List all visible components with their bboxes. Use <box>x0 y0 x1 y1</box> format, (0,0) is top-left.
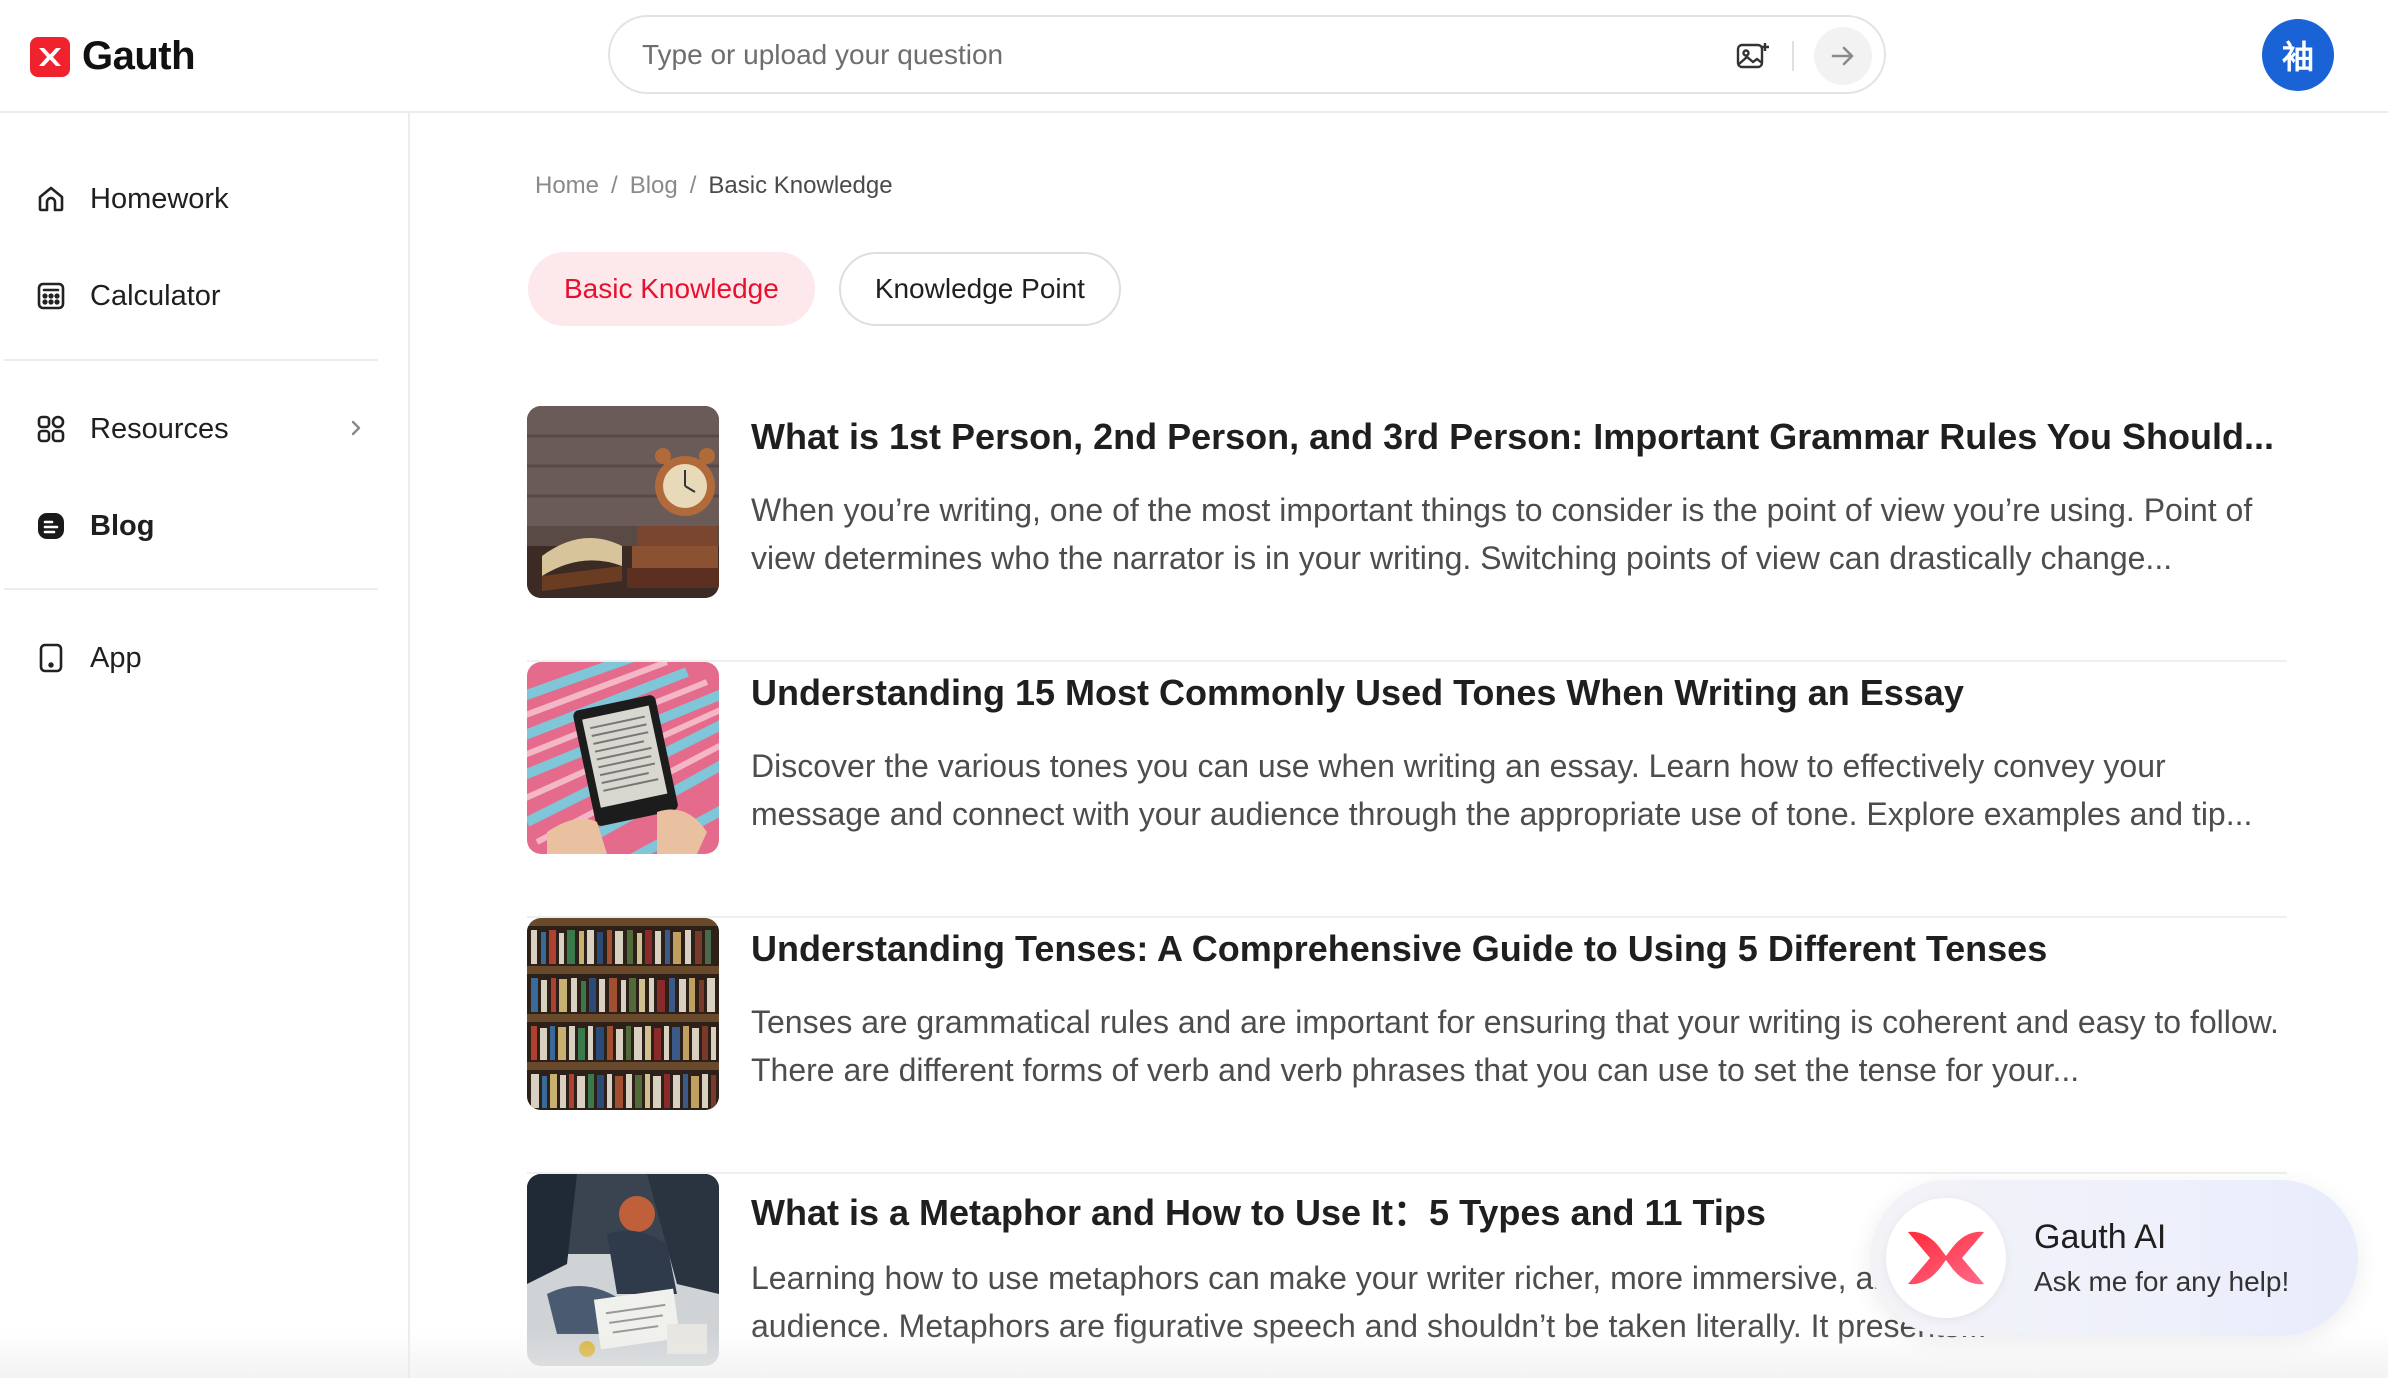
article-item[interactable]: Understanding 15 Most Commonly Used Tone… <box>527 662 2287 918</box>
breadcrumb-home[interactable]: Home <box>535 172 599 200</box>
library-shelves-image <box>527 918 719 1110</box>
sidebar-item-label: App <box>90 641 142 674</box>
sidebar-item-label: Resources <box>90 412 229 445</box>
grid-icon <box>34 412 68 446</box>
breadcrumb-current: Basic Knowledge <box>708 172 893 199</box>
tab-knowledge-point[interactable]: Knowledge Point <box>838 252 1121 326</box>
blog-icon <box>34 509 68 543</box>
article-title[interactable]: Understanding 15 Most Commonly Used Tone… <box>751 672 2281 714</box>
category-tabs: Basic Knowledge Knowledge Point <box>528 252 1121 326</box>
sidebar-item-blog[interactable]: Blog <box>34 496 364 556</box>
sidebar-item-homework[interactable]: Homework <box>34 169 364 229</box>
gauth-ai-logo-icon <box>1886 1198 2006 1318</box>
article-item[interactable]: What is 1st Person, 2nd Person, and 3rd … <box>527 406 2287 662</box>
sidebar-item-label: Calculator <box>90 279 221 312</box>
arrow-right-icon <box>1831 46 1854 66</box>
sidebar-item-calculator[interactable]: Calculator <box>34 266 364 326</box>
tab-basic-knowledge[interactable]: Basic Knowledge <box>528 252 815 326</box>
search-bar <box>608 15 1886 94</box>
sidebar-item-resources[interactable]: Resources <box>34 399 364 459</box>
breadcrumb-separator: / <box>611 172 618 199</box>
search-divider <box>1792 41 1794 71</box>
students-studying-image <box>527 1174 719 1366</box>
assistant-subtitle: Ask me for any help! <box>2034 1266 2290 1297</box>
article-description: Tenses are grammatical rules and are imp… <box>751 1004 2279 1088</box>
sidebar-item-app[interactable]: App <box>34 628 364 688</box>
phone-icon <box>34 641 68 675</box>
article-description: When you’re writing, one of the most imp… <box>751 492 2253 576</box>
clock-and-books-image <box>527 406 719 598</box>
image-upload-icon[interactable] <box>1736 41 1770 71</box>
gauth-logo[interactable]: Gauth <box>30 34 196 79</box>
ereader-hammock-image <box>527 662 719 854</box>
sidebar-item-label: Homework <box>90 182 229 215</box>
article-description: Discover the various tones you can use w… <box>751 748 2253 832</box>
article-title[interactable]: What is 1st Person, 2nd Person, and 3rd … <box>751 416 2281 458</box>
top-header: Gauth 袖 <box>0 0 2388 113</box>
breadcrumb: Home / Blog / Basic Knowledge <box>535 172 893 200</box>
calculator-icon <box>34 279 68 313</box>
brand-name: Gauth <box>82 34 196 78</box>
home-icon <box>34 182 68 216</box>
article-title[interactable]: Understanding Tenses: A Comprehensive Gu… <box>751 928 2281 970</box>
sidebar-item-label: Blog <box>90 509 155 542</box>
sidebar-divider <box>4 359 378 361</box>
sidebar: Homework Calculator Resources Blog App <box>0 113 410 1378</box>
assistant-title: Gauth AI <box>2034 1218 2167 1256</box>
search-input[interactable] <box>642 31 1722 79</box>
breadcrumb-blog[interactable]: Blog <box>630 172 678 200</box>
sidebar-divider <box>4 588 378 590</box>
gauth-logo-icon <box>30 36 70 77</box>
breadcrumb-separator: / <box>689 172 697 199</box>
chevron-right-icon <box>348 415 364 449</box>
gauth-ai-assistant[interactable]: Gauth AI Ask me for any help! <box>1870 1180 2358 1336</box>
user-avatar[interactable]: 袖 <box>2262 19 2334 91</box>
article-item[interactable]: Understanding Tenses: A Comprehensive Gu… <box>527 918 2287 1174</box>
submit-button[interactable] <box>1814 27 1872 85</box>
